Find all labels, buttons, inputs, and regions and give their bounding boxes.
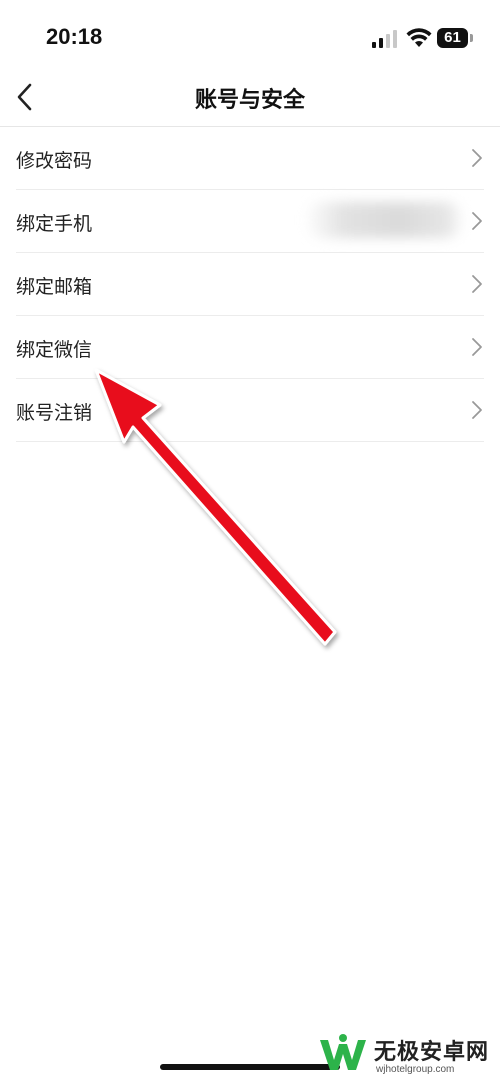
chevron-right-icon: [472, 149, 482, 167]
home-indicator: [160, 1064, 340, 1070]
chevron-right-icon: [472, 275, 482, 293]
menu-item-bind-email[interactable]: 绑定邮箱: [16, 253, 484, 316]
chevron-right-icon: [472, 212, 482, 230]
menu-item-label: 账号注销: [16, 402, 93, 424]
watermark: 无极安卓网 wjhotelgroup.com: [314, 1026, 500, 1083]
menu-item-label: 绑定微信: [16, 339, 93, 361]
chevron-left-icon: [17, 83, 32, 111]
menu-item-label: 绑定手机: [16, 213, 93, 235]
watermark-title: 无极安卓网: [374, 1040, 490, 1065]
watermark-url: wjhotelgroup.com: [376, 1064, 455, 1075]
menu-item-bind-phone[interactable]: 绑定手机: [16, 190, 484, 253]
status-time: 20:18: [46, 24, 103, 49]
battery-level: 61: [437, 28, 468, 48]
chevron-right-icon: [472, 338, 482, 356]
menu-item-delete-account[interactable]: 账号注销: [16, 379, 484, 442]
menu-item-bind-wechat[interactable]: 绑定微信: [16, 316, 484, 379]
battery-icon: 61: [437, 28, 473, 48]
menu-item-change-password[interactable]: 修改密码: [16, 127, 484, 190]
page-title: 账号与安全: [194, 88, 305, 113]
menu-item-label: 修改密码: [16, 150, 93, 172]
signal-icon: [372, 30, 397, 48]
nav-bar: 账号与安全: [0, 70, 500, 127]
settings-list: 修改密码 绑定手机 绑定邮箱 绑定微信 账号注销: [0, 127, 500, 442]
menu-item-label: 绑定邮箱: [16, 276, 93, 298]
back-button[interactable]: [10, 78, 46, 118]
blurred-phone-value: [304, 202, 464, 238]
wifi-icon: [406, 28, 432, 47]
status-bar: 20:18 61: [0, 0, 500, 70]
battery-cap: [470, 34, 473, 42]
watermark-logo: [320, 1034, 366, 1070]
chevron-right-icon: [472, 401, 482, 419]
